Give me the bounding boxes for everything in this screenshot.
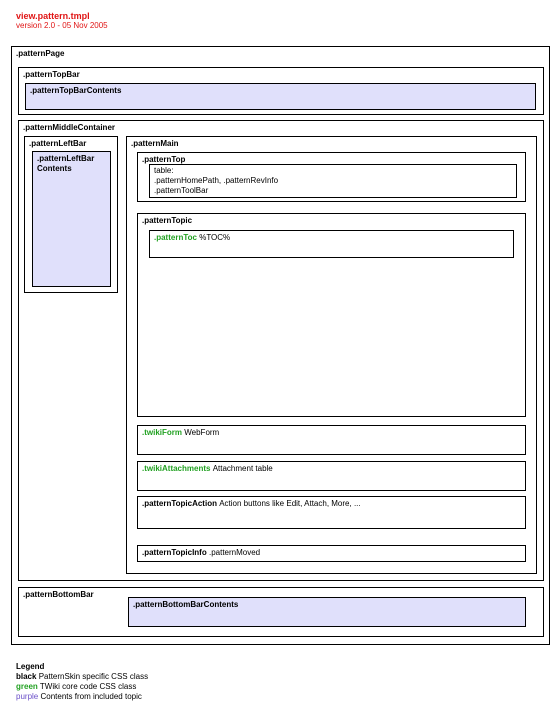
pattern-left-bar-contents-box: .patternLeftBar Contents (32, 151, 111, 287)
pattern-top-bar-contents-label: .patternTopBarContents (30, 86, 122, 95)
pattern-bottom-bar-contents-label: .patternBottomBarContents (133, 600, 239, 609)
pattern-bottom-bar-contents-box: .patternBottomBarContents (128, 597, 526, 627)
pattern-top-table-line-2: .patternHomePath, .patternRevInfo (154, 176, 279, 185)
legend-purple-key: purple (16, 692, 39, 701)
legend-black-desc: PatternSkin specific CSS class (38, 672, 149, 681)
pattern-top-bar-contents-box: .patternTopBarContents (25, 83, 536, 110)
pattern-top-table-line-3: .patternToolBar (154, 186, 209, 195)
legend-green-key: green (16, 682, 38, 691)
pattern-left-bar-contents-label-2: Contents (37, 164, 72, 173)
legend-black-row: black PatternSkin specific CSS class (16, 672, 148, 682)
pattern-topic-action-box: .patternTopicAction Action buttons like … (137, 496, 526, 529)
pattern-topic-info-label: .patternTopicInfo (142, 548, 207, 557)
pattern-toc-label: .patternToc (154, 233, 197, 242)
pattern-topic-label: .patternTopic (142, 216, 193, 225)
pattern-topic-info-box: .patternTopicInfo .patternMoved (137, 545, 526, 562)
legend-title: Legend (16, 662, 45, 671)
pattern-top-table-box: table: .patternHomePath, .patternRevInfo… (149, 164, 517, 198)
twiki-attachments-box: .twikiAttachments Attachment table (137, 461, 526, 491)
legend-purple-desc: Contents from included topic (40, 692, 142, 701)
template-version: version 2.0 - 05 Nov 2005 (16, 21, 108, 30)
legend-purple-row: purple Contents from included topic (16, 692, 142, 702)
twiki-form-box: .twikiForm WebForm (137, 425, 526, 455)
pattern-left-bar-label: .patternLeftBar (29, 139, 87, 148)
twiki-attachments-desc: Attachment table (212, 464, 273, 473)
pattern-toc-placeholder: %TOC% (199, 233, 231, 242)
pattern-top-table-line-1: table: (154, 166, 174, 175)
twiki-form-desc: WebForm (184, 428, 220, 437)
legend-green-row: green TWiki core code CSS class (16, 682, 136, 692)
pattern-page-label: .patternPage (16, 49, 65, 58)
pattern-middle-container-label: .patternMiddleContainer (23, 123, 116, 132)
template-title: view.pattern.tmpl (16, 11, 90, 21)
pattern-main-label: .patternMain (131, 139, 179, 148)
pattern-top-bar-label: .patternTopBar (23, 70, 80, 79)
pattern-topic-info-desc: .patternMoved (208, 548, 261, 557)
pattern-left-bar-contents-label-1: .patternLeftBar (37, 154, 95, 163)
twiki-attachments-label: .twikiAttachments (142, 464, 211, 473)
legend-green-desc: TWiki core code CSS class (39, 682, 137, 691)
legend-black-key: black (16, 672, 37, 681)
pattern-topic-action-desc: Action buttons like Edit, Attach, More, … (219, 499, 361, 508)
pattern-bottom-bar-label: .patternBottomBar (23, 590, 94, 599)
pattern-toc-box: .patternToc %TOC% (149, 230, 514, 258)
twiki-form-label: .twikiForm (142, 428, 183, 437)
pattern-topic-action-label: .patternTopicAction (142, 499, 217, 508)
